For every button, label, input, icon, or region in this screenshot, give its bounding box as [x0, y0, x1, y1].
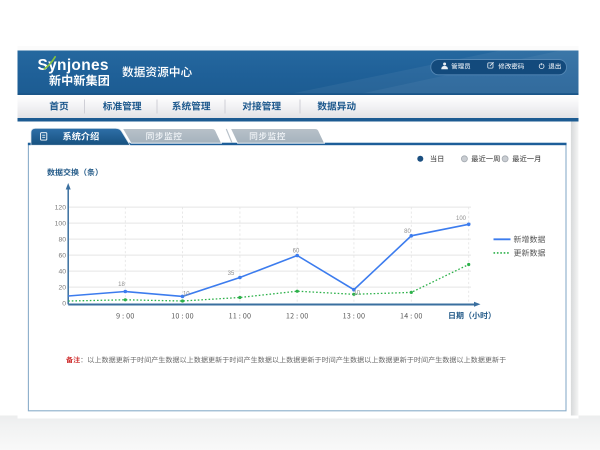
svg-text:10: 10 — [353, 291, 360, 297]
svg-text:60: 60 — [293, 249, 300, 255]
svg-text:80: 80 — [58, 237, 66, 244]
svg-text:120: 120 — [55, 205, 67, 212]
svg-text:10: 10 — [183, 291, 190, 297]
svg-text:100: 100 — [456, 216, 467, 222]
svg-text:60: 60 — [58, 253, 66, 260]
svg-text:0: 0 — [62, 301, 66, 308]
svg-text:100: 100 — [55, 221, 67, 228]
svg-text:18: 18 — [118, 282, 125, 288]
svg-text:20: 20 — [58, 285, 66, 292]
svg-text:80: 80 — [404, 229, 411, 235]
svg-text:40: 40 — [58, 269, 66, 276]
svg-text:35: 35 — [228, 271, 235, 277]
